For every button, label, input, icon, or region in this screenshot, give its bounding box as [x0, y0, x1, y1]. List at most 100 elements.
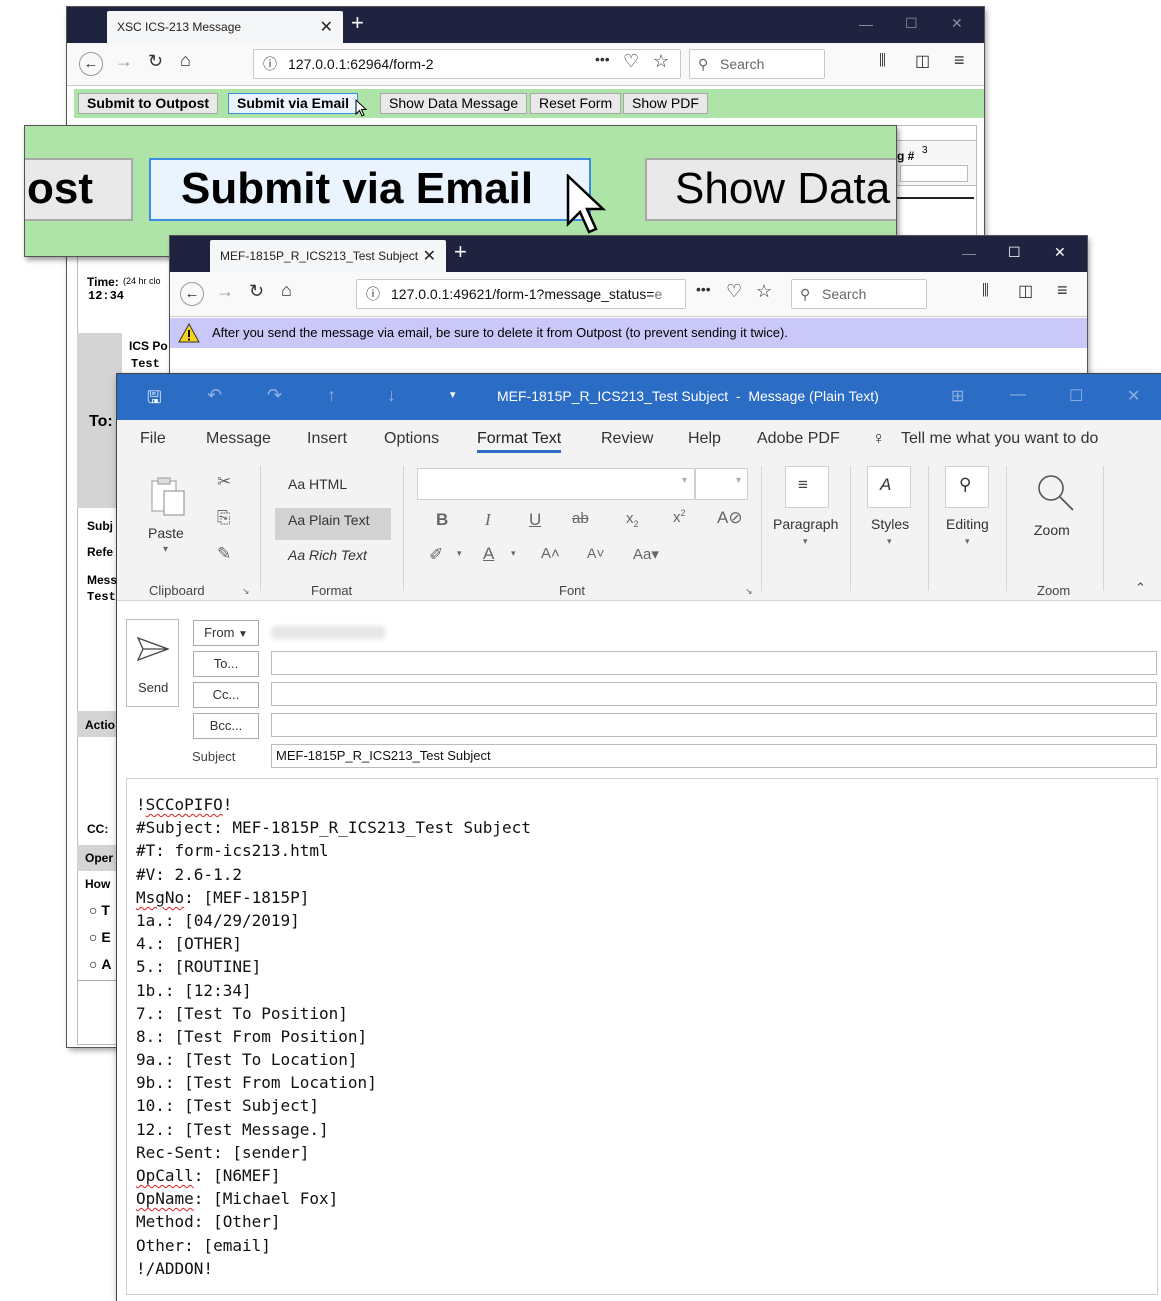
show-pdf-button[interactable]: Show PDF [623, 93, 708, 114]
paragraph-icon[interactable]: ≡ [785, 466, 829, 508]
forward-icon[interactable]: → [115, 51, 133, 72]
paste-dropdown-icon[interactable]: ▾ [163, 544, 168, 555]
menu-icon[interactable]: ≡ [954, 50, 965, 71]
radio-option-1[interactable]: ○ T [89, 902, 110, 918]
show-data-button[interactable]: Show Data Message [380, 93, 528, 114]
editing-dropdown-icon[interactable]: ▾ [965, 536, 970, 547]
close-tab-icon[interactable]: ✕ [320, 17, 333, 37]
more-icon[interactable]: ••• [595, 51, 610, 67]
minimize-icon[interactable]: — [1010, 386, 1026, 404]
maximize-icon[interactable]: ☐ [1008, 244, 1021, 261]
styles-icon[interactable]: A [867, 466, 911, 508]
change-case-icon[interactable]: Aa▾ [633, 545, 659, 563]
radio-option-3[interactable]: ○ A [89, 956, 111, 972]
tab-options[interactable]: Options [384, 430, 439, 448]
url-bar[interactable]: ⓘ 127.0.0.1:62964/form-2 [253, 49, 681, 79]
styles-dropdown-icon[interactable]: ▾ [887, 536, 892, 547]
library-icon[interactable]: ⫼ [982, 282, 989, 299]
tab-help[interactable]: Help [688, 430, 721, 448]
font-color-icon[interactable]: A [483, 544, 494, 564]
tab-review[interactable]: Review [601, 430, 653, 448]
to-field[interactable] [271, 651, 1157, 675]
submit-outpost-button[interactable]: Submit to Outpost [78, 93, 219, 114]
customize-toolbar-icon[interactable]: ▾ [450, 388, 456, 401]
back-icon[interactable]: ← [79, 52, 103, 76]
browser-tab[interactable]: MEF-1815P_R_ICS213_Test Subject ✕ [210, 240, 446, 272]
subscript-icon[interactable]: x2 [626, 510, 639, 529]
underline-icon[interactable]: U [529, 510, 541, 530]
tab-message[interactable]: Message [206, 430, 271, 448]
editing-icon[interactable]: ⚲ [945, 466, 989, 508]
clear-formatting-icon[interactable]: A⊘ [717, 508, 743, 528]
sidebar-icon[interactable]: ◫ [915, 51, 930, 71]
styles-button[interactable]: Styles [871, 516, 909, 532]
zoom-button[interactable]: Zoom [1034, 522, 1070, 538]
superscript-icon[interactable]: x2 [673, 508, 686, 526]
minimize-icon[interactable]: — [859, 16, 873, 32]
info-icon[interactable]: ⓘ [263, 50, 277, 78]
ics-position-value[interactable]: Test [131, 357, 160, 371]
save-icon[interactable]: 🖫 [147, 385, 161, 414]
undo-icon[interactable]: ↶ [207, 385, 222, 406]
tab-insert[interactable]: Insert [307, 430, 347, 448]
close-window-icon[interactable]: ✕ [1127, 386, 1140, 406]
font-size-dropdown[interactable]: ▾ [695, 468, 748, 500]
bcc-field[interactable] [271, 713, 1157, 737]
close-window-icon[interactable]: ✕ [1054, 244, 1066, 261]
highlight-dropdown-icon[interactable]: ▾ [457, 548, 462, 559]
cc-field[interactable] [271, 682, 1157, 706]
url-bar[interactable]: ⓘ 127.0.0.1:49621/form-1?message_status=… [356, 279, 686, 309]
maximize-icon[interactable]: ☐ [1069, 386, 1083, 406]
library-icon[interactable]: ⫼ [879, 52, 886, 69]
forward-icon[interactable]: → [216, 281, 234, 302]
info-icon[interactable]: ⓘ [366, 280, 380, 308]
paragraph-button[interactable]: Paragraph [773, 516, 838, 532]
message-body[interactable]: !SCCoPIFO! #Subject: MEF-1815P_R_ICS213_… [126, 778, 1158, 1295]
bookmark-star-icon[interactable]: ☆ [756, 281, 772, 302]
browser-tab[interactable]: XSC ICS-213 Message ✕ [107, 11, 343, 43]
strikethrough-icon[interactable]: ab [572, 510, 589, 527]
home-icon[interactable]: ⌂ [281, 280, 292, 301]
close-window-icon[interactable]: ✕ [951, 15, 963, 32]
paste-label[interactable]: Paste [148, 525, 184, 541]
font-color-dropdown-icon[interactable]: ▾ [511, 548, 516, 559]
cc-button[interactable]: Cc... [193, 682, 259, 708]
back-icon[interactable]: ← [180, 282, 204, 306]
copy-icon[interactable]: ⎘ [217, 508, 231, 528]
msg-number-input[interactable] [900, 165, 968, 182]
shrink-font-icon[interactable]: A˅ [587, 545, 605, 561]
bcc-button[interactable]: Bcc... [193, 713, 259, 739]
font-name-dropdown[interactable]: ▾ [417, 468, 695, 500]
down-arrow-icon[interactable]: ↓ [387, 385, 396, 406]
collapse-ribbon-icon[interactable]: ⌃ [1135, 580, 1146, 596]
pocket-icon[interactable]: ♡ [623, 51, 639, 72]
format-html-button[interactable]: Aa HTML [288, 476, 347, 492]
close-tab-icon[interactable]: ✕ [423, 246, 436, 266]
pocket-icon[interactable]: ♡ [726, 281, 742, 302]
reset-form-button[interactable]: Reset Form [530, 93, 622, 114]
up-arrow-icon[interactable]: ↑ [327, 385, 336, 406]
tab-format-text[interactable]: Format Text [477, 430, 562, 453]
sidebar-icon[interactable]: ◫ [1018, 281, 1033, 301]
redo-icon[interactable]: ↷ [267, 385, 282, 406]
tell-me-search[interactable]: Tell me what you want to do [901, 430, 1098, 448]
paragraph-dropdown-icon[interactable]: ▾ [803, 536, 808, 547]
reload-icon[interactable]: ↻ [249, 281, 264, 302]
tab-adobe-pdf[interactable]: Adobe PDF [757, 430, 840, 448]
message-value[interactable]: Test [87, 590, 116, 604]
ribbon-display-icon[interactable]: ⊞ [951, 386, 964, 406]
grow-font-icon[interactable]: A˄ [541, 545, 560, 562]
reload-icon[interactable]: ↻ [148, 51, 163, 72]
new-tab-icon[interactable]: + [454, 239, 467, 265]
time-value[interactable]: 12:34 [88, 289, 124, 303]
italic-icon[interactable]: I [485, 510, 491, 530]
format-painter-icon[interactable]: ✎ [217, 544, 231, 564]
to-button[interactable]: To... [193, 651, 259, 677]
more-icon[interactable]: ••• [696, 281, 711, 297]
format-rich-text-button[interactable]: Aa Rich Text [288, 547, 367, 563]
home-icon[interactable]: ⌂ [180, 50, 191, 71]
search-box[interactable]: ⚲ Search [791, 279, 927, 309]
minimize-icon[interactable]: — [962, 245, 976, 261]
search-box[interactable]: ⚲ Search [689, 49, 825, 79]
paste-icon[interactable] [149, 476, 189, 518]
